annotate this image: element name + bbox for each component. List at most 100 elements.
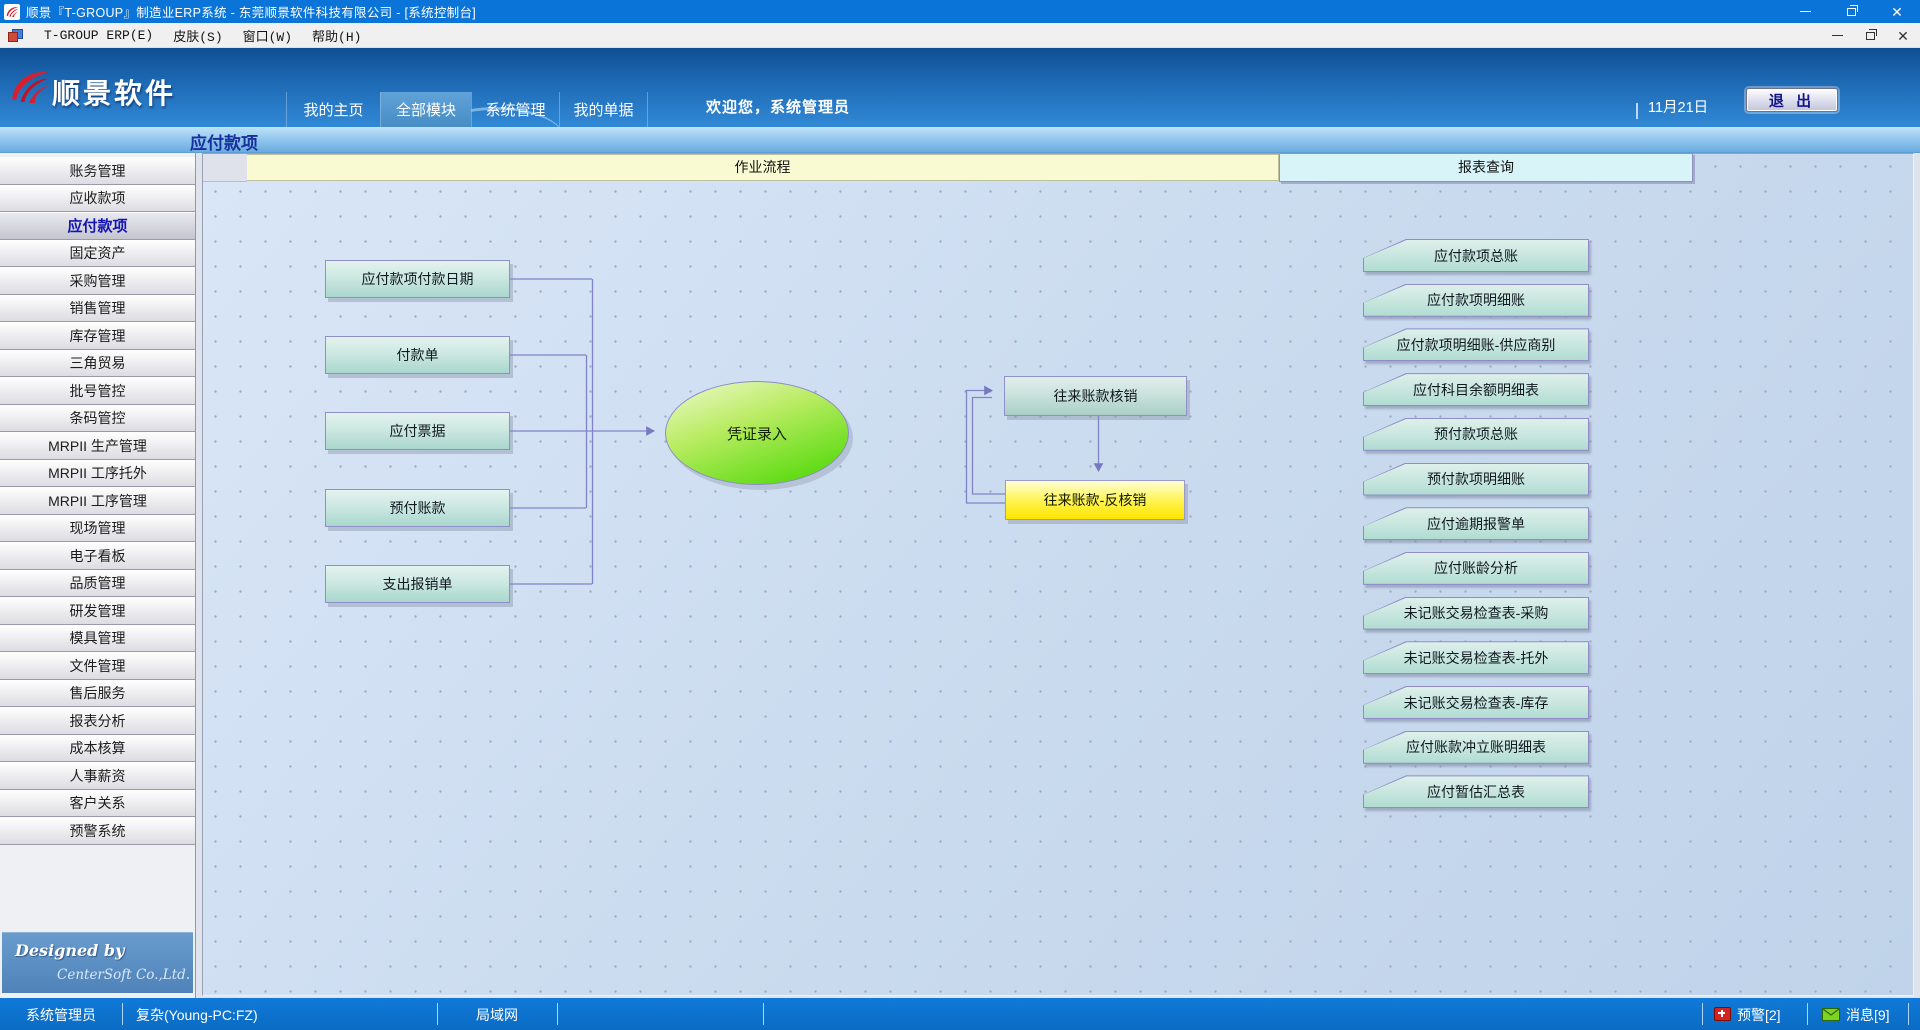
sidebar-item-13[interactable]: 现场管理 <box>0 515 195 543</box>
exit-button[interactable]: 退 出 <box>1746 88 1838 112</box>
sidebar-item-18[interactable]: 文件管理 <box>0 652 195 680</box>
sidebar-item-8[interactable]: 批号管控 <box>0 377 195 405</box>
flow-box-source-4[interactable]: 支出报销单 <box>325 565 510 603</box>
sidebar-item-10[interactable]: MRPII 生产管理 <box>0 432 195 460</box>
statusbar-message[interactable]: 消息[9] <box>1846 1005 1890 1025</box>
sidebar-item-1[interactable]: 应收款项 <box>0 185 195 213</box>
restore-icon <box>1866 32 1875 40</box>
report-button-4[interactable]: 预付款项总账 <box>1363 418 1589 451</box>
statusbar-alert[interactable]: 预警[2] <box>1737 1005 1781 1025</box>
sidebar-item-14[interactable]: 电子看板 <box>0 542 195 570</box>
mdi-window-controls: ✕ <box>1828 23 1912 48</box>
sidebar-item-21[interactable]: 成本核算 <box>0 735 195 763</box>
window-controls: ✕ <box>1782 0 1920 23</box>
content: 账务管理应收款项应付款项固定资产采购管理销售管理库存管理三角贸易批号管控条码管控… <box>0 153 1920 998</box>
report-button-2[interactable]: 应付款项明细账-供应商别 <box>1363 328 1589 361</box>
report-button-label: 应付账龄分析 <box>1364 553 1588 584</box>
mdi-close-button[interactable]: ✕ <box>1894 24 1912 47</box>
flow-box-source-2[interactable]: 应付票据 <box>325 412 510 450</box>
statusbar-separator <box>1702 1003 1703 1025</box>
tab-0[interactable]: 我的主页 <box>286 92 380 127</box>
report-button-6[interactable]: 应付逾期报警单 <box>1363 507 1589 540</box>
module-sidebar: 账务管理应收款项应付款项固定资产采购管理销售管理库存管理三角贸易批号管控条码管控… <box>0 153 196 998</box>
flow-node-voucher-entry[interactable]: 凭证录入 <box>665 381 849 485</box>
report-button-label: 应付逾期报警单 <box>1364 508 1588 539</box>
sidebar-item-5[interactable]: 销售管理 <box>0 295 195 323</box>
window-titlebar: 顺景『T-GROUP』制造业ERP系统 - 东莞顺景软件科技有限公司 - [系统… <box>0 0 1920 23</box>
first-aid-icon <box>1714 1007 1731 1021</box>
welcome-text: 欢迎您，系统管理员 <box>706 96 850 117</box>
date-text: 11月21日 <box>1648 96 1708 117</box>
report-button-1[interactable]: 应付款项明细账 <box>1363 284 1589 317</box>
report-button-8[interactable]: 未记账交易检查表-采购 <box>1363 597 1589 630</box>
sidebar-item-11[interactable]: MRPII 工序托外 <box>0 460 195 488</box>
main-nav-tabs: 我的主页全部模块系统管理我的单据 <box>286 92 648 127</box>
designed-by-line2: CenterSoft Co.,Ltd. <box>57 967 190 983</box>
sidebar-item-24[interactable]: 预警系统 <box>0 817 195 845</box>
report-button-label: 未记账交易检查表-库存 <box>1364 687 1588 718</box>
sidebar-item-7[interactable]: 三角贸易 <box>0 350 195 378</box>
sidebar-item-12[interactable]: MRPII 工序管理 <box>0 487 195 515</box>
close-icon: ✕ <box>1897 29 1909 43</box>
sidebar-item-20[interactable]: 报表分析 <box>0 707 195 735</box>
flow-box-source-3[interactable]: 预付账款 <box>325 489 510 527</box>
mdi-restore-button[interactable] <box>1861 24 1879 47</box>
sidebar-item-23[interactable]: 客户关系 <box>0 790 195 818</box>
menu-item-3[interactable]: 帮助(H) <box>302 23 371 47</box>
sidebar-item-15[interactable]: 品质管理 <box>0 570 195 598</box>
restore-icon <box>1847 8 1856 16</box>
window-title: 顺景『T-GROUP』制造业ERP系统 - 东莞顺景软件科技有限公司 - [系统… <box>26 2 476 21</box>
tab-2[interactable]: 系统管理 <box>471 92 559 127</box>
minimize-button[interactable] <box>1782 0 1828 23</box>
flow-box-source-1[interactable]: 付款单 <box>325 336 510 374</box>
report-button-11[interactable]: 应付账款冲立账明细表 <box>1363 731 1589 764</box>
header: 顺景软件 我的主页全部模块系统管理我的单据 欢迎您，系统管理员 11月21日 退… <box>0 48 1920 127</box>
report-button-5[interactable]: 预付款项明细账 <box>1363 463 1589 496</box>
tab-3[interactable]: 我的单据 <box>559 92 648 127</box>
flow-box-source-0[interactable]: 应付款项付款日期 <box>325 260 510 298</box>
report-button-label: 应付款项总账 <box>1364 240 1588 271</box>
sidebar-item-19[interactable]: 售后服务 <box>0 680 195 708</box>
sidebar-item-17[interactable]: 模具管理 <box>0 625 195 653</box>
minimize-icon <box>1832 35 1843 37</box>
menu-item-1[interactable]: 皮肤(S) <box>163 23 232 47</box>
sidebar-item-22[interactable]: 人事薪资 <box>0 762 195 790</box>
report-button-label: 应付科目余额明细表 <box>1364 374 1588 405</box>
sidebar-item-3[interactable]: 固定资产 <box>0 240 195 268</box>
flow-node-verify[interactable]: 往来账款核销 <box>1004 376 1187 416</box>
envelope-icon <box>1822 1008 1840 1021</box>
report-button-10[interactable]: 未记账交易检查表-库存 <box>1363 686 1589 719</box>
sidebar-item-4[interactable]: 采购管理 <box>0 267 195 295</box>
statusbar-station: 复杂(Young-PC:FZ) <box>136 1005 258 1025</box>
report-button-0[interactable]: 应付款项总账 <box>1363 239 1589 272</box>
menu-items: T-GROUP ERP(E)皮肤(S)窗口(W)帮助(H) <box>34 23 371 47</box>
report-button-3[interactable]: 应付科目余额明细表 <box>1363 373 1589 406</box>
menu-item-2[interactable]: 窗口(W) <box>233 23 302 47</box>
report-button-label: 应付暂估汇总表 <box>1364 776 1588 807</box>
statusbar-separator <box>763 1003 764 1025</box>
close-button[interactable]: ✕ <box>1874 0 1920 23</box>
sidebar-item-16[interactable]: 研发管理 <box>0 597 195 625</box>
flow-node-unverify[interactable]: 往来账款-反核销 <box>1005 480 1185 520</box>
mdi-minimize-button[interactable] <box>1828 24 1846 47</box>
tab-1[interactable]: 全部模块 <box>380 92 471 127</box>
menubar: T-GROUP ERP(E)皮肤(S)窗口(W)帮助(H) ✕ <box>0 23 1920 48</box>
mdi-child-icon <box>8 29 23 42</box>
menu-item-0[interactable]: T-GROUP ERP(E) <box>34 23 163 47</box>
report-button-12[interactable]: 应付暂估汇总表 <box>1363 775 1589 808</box>
report-button-label: 预付款项总账 <box>1364 419 1588 450</box>
sidebar-item-0[interactable]: 账务管理 <box>0 157 195 185</box>
report-button-label: 未记账交易检查表-采购 <box>1364 598 1588 629</box>
report-button-9[interactable]: 未记账交易检查表-托外 <box>1363 641 1589 674</box>
statusbar-separator <box>1807 1003 1808 1025</box>
restore-button[interactable] <box>1828 0 1874 23</box>
flow-header-spacer <box>203 154 247 182</box>
designed-by-line1: Designed by <box>15 941 124 960</box>
statusbar-network: 局域网 <box>437 1005 557 1025</box>
statusbar-separator <box>1908 1003 1909 1025</box>
sidebar-item-2[interactable]: 应付款项 <box>0 212 195 240</box>
statusbar: 系统管理员 复杂(Young-PC:FZ) 局域网 预警[2] 消息[9] <box>0 998 1920 1030</box>
sidebar-item-6[interactable]: 库存管理 <box>0 322 195 350</box>
sidebar-item-9[interactable]: 条码管控 <box>0 405 195 433</box>
report-button-7[interactable]: 应付账龄分析 <box>1363 552 1589 585</box>
